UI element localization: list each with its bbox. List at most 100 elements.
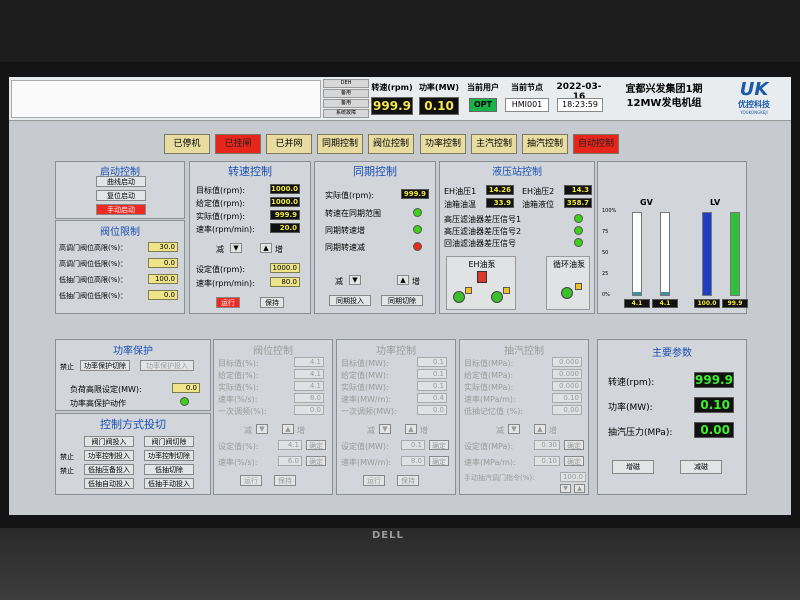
hyd-signal-lamp-1 [574,226,583,235]
menu-button-system-fault[interactable]: 系统故障 [323,109,369,118]
menu-button-spare2[interactable]: 备用 [323,99,369,108]
power-rate-confirm-button[interactable]: 确定 [429,456,449,466]
row2-forbid-label: 禁止 [60,453,74,461]
speed-dec-button[interactable]: ▼ [230,243,242,253]
extract-cmd-up-button[interactable]: ▲ [574,484,585,493]
extract-standby-on-button[interactable]: 低抽压备投入 [84,464,134,475]
status-3[interactable]: 同期控制 [317,134,363,154]
valve-rate-label: 速率(%/s): [218,458,258,467]
gv-axis-tick-1: 75 [602,229,609,235]
valve-hold-button[interactable]: 保持 [274,475,296,486]
speed-hold-button[interactable]: 保持 [260,297,284,308]
hyd-signal-label-0: 高压滤油器差压信号1 [444,215,522,224]
extract-row-value-1: 0.000 [552,369,582,379]
valve-limit-value-0[interactable]: 30.0 [148,242,178,252]
extract-set-value[interactable]: 0.30 [534,440,560,450]
extract-set-confirm-button[interactable]: 确定 [564,440,584,450]
bar-value-1: 4.1 [652,299,678,308]
curve-start-button[interactable]: 曲线启动 [96,176,146,187]
speed-run-button[interactable]: 运行 [216,297,240,308]
power-run-button[interactable]: 运行 [363,475,385,486]
status-2[interactable]: 已并网 [266,134,312,154]
extract-row-label-2: 实际值(MPa): [464,383,514,392]
load-limit-value[interactable]: 0.0 [172,383,200,393]
valve-row-value-3: 8.0 [294,393,324,403]
valve-control-panel: 阀位控制 目标值(%): 4.1 给定值(%): 4.1 实际值(%): 4.1 速率(%/… [213,339,333,495]
eh-pump-motor2-icon[interactable] [491,291,503,303]
power-inc-button[interactable]: ▲ [405,424,417,434]
status-4[interactable]: 阀位控制 [368,134,414,154]
header-bar: DEH 备用 备用 系统故障 转速(rpm) 999.9 功率(MW) 0.10… [9,77,791,121]
extract-manual-on-button[interactable]: 低抽手动投入 [144,478,194,489]
valve-rate-value[interactable]: 6.0 [278,456,302,466]
circ-pump-box[interactable]: 循环油泵 [546,256,590,310]
power-dec-button[interactable]: ▼ [379,424,391,434]
valve-limit-value-1[interactable]: 0.0 [148,258,178,268]
power-inc-label: 增 [420,426,428,435]
status-5[interactable]: 功率控制 [420,134,466,154]
hyd-signal-label-2: 回油滤油器差压信号 [444,239,516,248]
extract-dec-button[interactable]: ▼ [508,424,520,434]
hyd-signal-lamp-2 [574,238,583,247]
valve-rate-confirm-button[interactable]: 确定 [306,456,326,466]
valve-set-value[interactable]: 4.1 [278,440,302,450]
status-6[interactable]: 主汽控制 [471,134,517,154]
power-set-value[interactable]: 0.1 [401,440,425,450]
valve-dec-label: 减 [244,426,252,435]
status-8[interactable]: 自动控制 [573,134,619,154]
valve-inc-button[interactable]: ▲ [282,424,294,434]
menu-button-deh[interactable]: DEH [323,79,369,88]
sync-indicator-label-1: 同期转速增 [325,226,365,235]
power-mode-off-button[interactable]: 功率控制切除 [144,450,194,461]
main-param-value-0: 999.9 [694,372,734,388]
valve-set-confirm-button[interactable]: 确定 [306,440,326,450]
extract-off-button[interactable]: 低抽切除 [144,464,194,475]
power-mode-on-button[interactable]: 功率控制投入 [84,450,134,461]
power-control-panel: 功率控制 目标值(MW): 0.1 给定值(MW): 0.1 实际值(MW): 0.1 速率… [336,339,456,495]
valve-row-label-1: 给定值(%): [218,371,259,380]
power-protect-cut-button[interactable]: 功率保护切除 [80,360,130,371]
sync-inc-label: 增 [412,277,420,286]
excitation-dec-button[interactable]: 减磁 [680,460,722,474]
valve-limit-value-2[interactable]: 100.0 [148,274,178,284]
sync-on-button[interactable]: 同期投入 [329,295,371,306]
extract-inc-button[interactable]: ▲ [534,424,546,434]
sync-inc-button[interactable]: ▲ [397,275,409,285]
circ-pump-motor-icon[interactable] [561,287,573,299]
speed-rate-value[interactable]: 80.0 [270,277,300,287]
speed-set-value[interactable]: 1000.0 [270,263,300,273]
eh-pump-motor1-icon[interactable] [453,291,465,303]
bar-track-0 [632,212,642,296]
status-1[interactable]: 已挂闸 [215,134,261,154]
valve-limit-value-3[interactable]: 0.0 [148,290,178,300]
extract-auto-on-button[interactable]: 低抽自动投入 [84,478,134,489]
eh-pump-box[interactable]: EH油泵 [446,256,516,310]
power-hold-button[interactable]: 保持 [397,475,419,486]
valve-mode-off-button[interactable]: 阀门阀切除 [144,436,194,447]
extract-cmd-value[interactable]: 100.0 [560,472,586,482]
bar-fill-3 [731,213,739,295]
menu-button-spare1[interactable]: 备用 [323,89,369,98]
reset-start-button[interactable]: 复位启动 [96,190,146,201]
valve-mode-on-button[interactable]: 阀门阀投入 [84,436,134,447]
hyd-label-0: EH油压1 [444,187,477,196]
power-protect-on-button[interactable]: 功率保护投入 [140,360,194,371]
manual-start-button[interactable]: 手动启动 [96,204,146,215]
excitation-inc-button[interactable]: 增磁 [612,460,654,474]
power-rate-value[interactable]: 8.0 [401,456,425,466]
valve-dec-button[interactable]: ▼ [256,424,268,434]
extract-rate-value[interactable]: 0.10 [534,456,560,466]
speed-inc-button[interactable]: ▲ [260,243,272,253]
status-7[interactable]: 抽汽控制 [522,134,568,154]
sync-off-button[interactable]: 同期切除 [381,295,423,306]
sync-dec-button[interactable]: ▼ [349,275,361,285]
valve-limit-title: 阀位限制 [100,227,140,238]
eh-pump-switch-icon[interactable] [477,271,487,283]
power-set-confirm-button[interactable]: 确定 [429,440,449,450]
status-0[interactable]: 已停机 [164,134,210,154]
extract-cmd-down-button[interactable]: ▼ [560,484,571,493]
valve-run-button[interactable]: 运行 [240,475,262,486]
row3-forbid-label: 禁止 [60,467,74,475]
extract-row-value-3: 0.10 [552,393,582,403]
extract-rate-confirm-button[interactable]: 确定 [564,456,584,466]
